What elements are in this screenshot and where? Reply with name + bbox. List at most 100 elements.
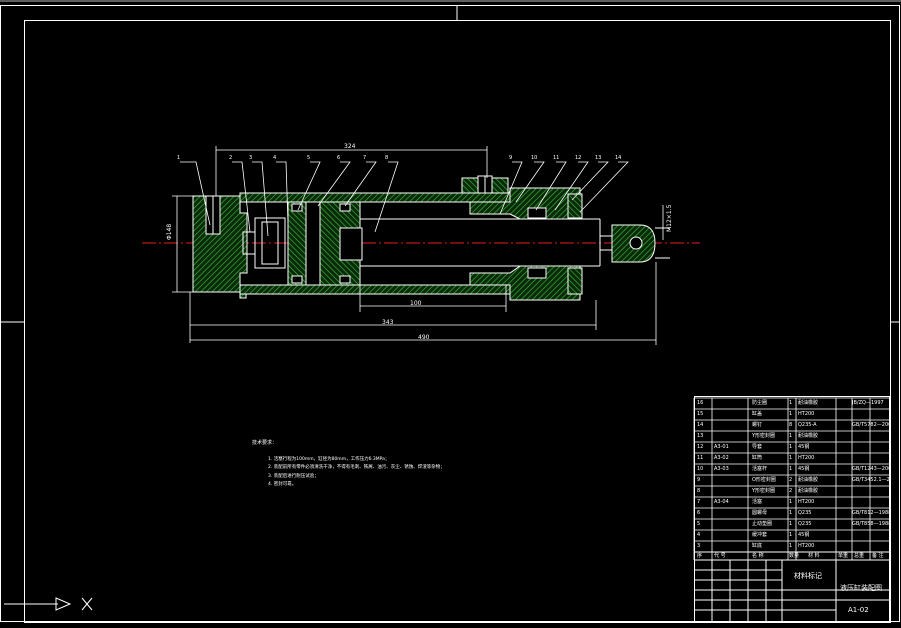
bom-cell-name: 止动垫圈	[752, 521, 773, 527]
dim-left-height: Φ148	[166, 223, 173, 240]
balloon-label: 9	[509, 155, 513, 161]
bom-cell-qty: 1	[789, 466, 793, 472]
bom-cell-no: 4	[697, 532, 701, 538]
balloon-label: 13	[595, 155, 602, 161]
bom-cell-qty: 1	[789, 455, 793, 461]
bom-cell-mat: HT200	[798, 543, 815, 549]
bom-cell-no: 9	[697, 477, 701, 483]
dim-lower-mid: 343	[382, 319, 394, 326]
bom-cell-mat: 耐油橡胶	[798, 488, 819, 494]
bom-cell-qty: 1	[789, 543, 793, 549]
balloon-label: 4	[273, 155, 277, 161]
dim-rod-end: M12×1.5	[666, 204, 673, 232]
bom-cell-name: Y形密封圈	[752, 433, 776, 439]
bom-cell-note: GB/T3452.1—2005	[852, 477, 890, 483]
bom-header-cell: 单重	[838, 553, 849, 559]
bom-header-cell: 总重	[854, 553, 865, 559]
bom-cell-mat: 耐油橡胶	[798, 400, 819, 406]
bom-cell-no: 13	[697, 433, 704, 439]
bom-cell-note: GB/T1243—2006	[852, 466, 890, 472]
bom-cell-no: 7	[697, 499, 701, 505]
bom-cell-mat: Q235	[798, 510, 812, 516]
bom-cell-name: 缸盖	[752, 411, 763, 417]
bom-cell-name: 活塞杆	[752, 466, 768, 472]
bom-cell-mat: 45钢	[798, 444, 810, 450]
bom-header-cell: 代 号	[714, 553, 726, 559]
bom-cell-note: GB/T812—1988	[852, 510, 890, 516]
title-block-label: 材料标记	[794, 572, 822, 580]
bom-header-cell: 序	[697, 553, 703, 559]
bom-cell-qty: 1	[789, 499, 793, 505]
bom-header-cell: 名 称	[752, 553, 764, 559]
bom-cell-no: 12	[697, 444, 704, 450]
bom-cell-name: Y形密封圈	[752, 488, 776, 494]
bom-cell-code: A3-01	[714, 444, 729, 450]
bom-cell-name: 导套	[752, 444, 763, 450]
note-item: 3. 装配后进行耐压试验；	[268, 474, 319, 479]
bom-cell-qty: 1	[789, 400, 793, 406]
bom-cell-qty: 1	[789, 433, 793, 439]
bom-cell-qty: 1	[789, 411, 793, 417]
cylinder-head	[469, 187, 583, 301]
bom-cell-mat: 耐油橡胶	[798, 477, 819, 483]
bom-cell-qty: 2	[789, 477, 793, 483]
bom-cell-no: 10	[697, 466, 704, 472]
bom-cell-mat: 45钢	[798, 466, 810, 472]
bom-cell-qty: 2	[789, 488, 793, 494]
bom-cell-code: A3-04	[714, 499, 729, 505]
oil-port-boss	[461, 175, 509, 194]
bom-cell-no: 16	[697, 400, 704, 406]
bom-cell-name: 缓冲套	[752, 532, 768, 538]
bom-cell-mat: Q235-A	[798, 422, 817, 428]
bom-cell-mat: HT200	[798, 455, 815, 461]
bom-cell-qty: 1	[789, 532, 793, 538]
balloon-label: 14	[615, 155, 622, 161]
balloon-label: 12	[575, 155, 582, 161]
bom-cell-qty: 1	[789, 444, 793, 450]
bom-cell-no: 6	[697, 510, 701, 516]
bom-cell-note: GB/T858—1988	[852, 521, 890, 527]
bom-cell-no: 15	[697, 411, 704, 417]
bom-cell-mat: HT200	[798, 411, 815, 417]
bom-cell-qty: 8	[789, 422, 793, 428]
bom-cell-name: 圆螺母	[752, 510, 768, 516]
bom-cell-mat: HT200	[798, 499, 815, 505]
cad-drawing-canvas[interactable]: 324 Φ148 100 343 490 M12×1.5 1 2 3 4 5 6 7 8 9 10…	[0, 0, 901, 628]
drawing-name: 液压缸装配图	[840, 584, 882, 592]
bom-cell-name: 缸筒	[752, 455, 763, 461]
balloon-label: 1	[177, 155, 181, 161]
bom-cell-no: 3	[697, 543, 701, 549]
bom-cell-code: A3-03	[714, 466, 729, 472]
sheet-code: A1-02	[848, 606, 869, 614]
balloon-label: 8	[385, 155, 389, 161]
balloon-label: 2	[229, 155, 233, 161]
bom-cell-mat: Q235	[798, 521, 812, 527]
bom-cell-no: 8	[697, 488, 701, 494]
balloon-label: 10	[531, 155, 538, 161]
balloon-label: 5	[307, 155, 311, 161]
bom-cell-note: GB/T5782—2000	[852, 422, 890, 428]
bom-cell-no: 14	[697, 422, 704, 428]
bom-cell-qty: 1	[789, 521, 793, 527]
balloon-label: 11	[553, 155, 560, 161]
bom-header-cell: 备 注	[872, 553, 884, 559]
dim-top-overall: 324	[344, 143, 356, 150]
note-item: 1. 活塞行程为100mm，缸径为80mm，工作压力6.3MPa；	[268, 457, 390, 462]
bom-cell-name: O形密封圈	[752, 477, 776, 483]
bom-header-cell: 材 料	[808, 553, 820, 559]
bom-cell-mat: 耐油橡胶	[798, 433, 819, 439]
note-item: 4. 密封可靠。	[268, 482, 297, 487]
bom-cell-no: 5	[697, 521, 701, 527]
dim-lower-overall: 490	[418, 334, 430, 341]
bom-cell-note: JB/ZQ—1997	[852, 400, 884, 406]
note-item: 2. 装配前所有零件必须清洗干净，不得有毛刺、铁屑、油污、灰尘、锈蚀、焊渣等杂物…	[268, 465, 445, 470]
bom-cell-qty: 1	[789, 510, 793, 516]
bom-cell-mat: 45钢	[798, 532, 810, 538]
bom-cell-code: A3-02	[714, 455, 729, 461]
balloon-label: 7	[363, 155, 367, 161]
bom-cell-name: 防尘圈	[752, 400, 768, 406]
bom-cell-name: 缸底	[752, 543, 763, 549]
piston	[287, 201, 363, 286]
bom-header-cell: 数量	[789, 553, 800, 559]
dim-stroke: 100	[410, 300, 422, 307]
